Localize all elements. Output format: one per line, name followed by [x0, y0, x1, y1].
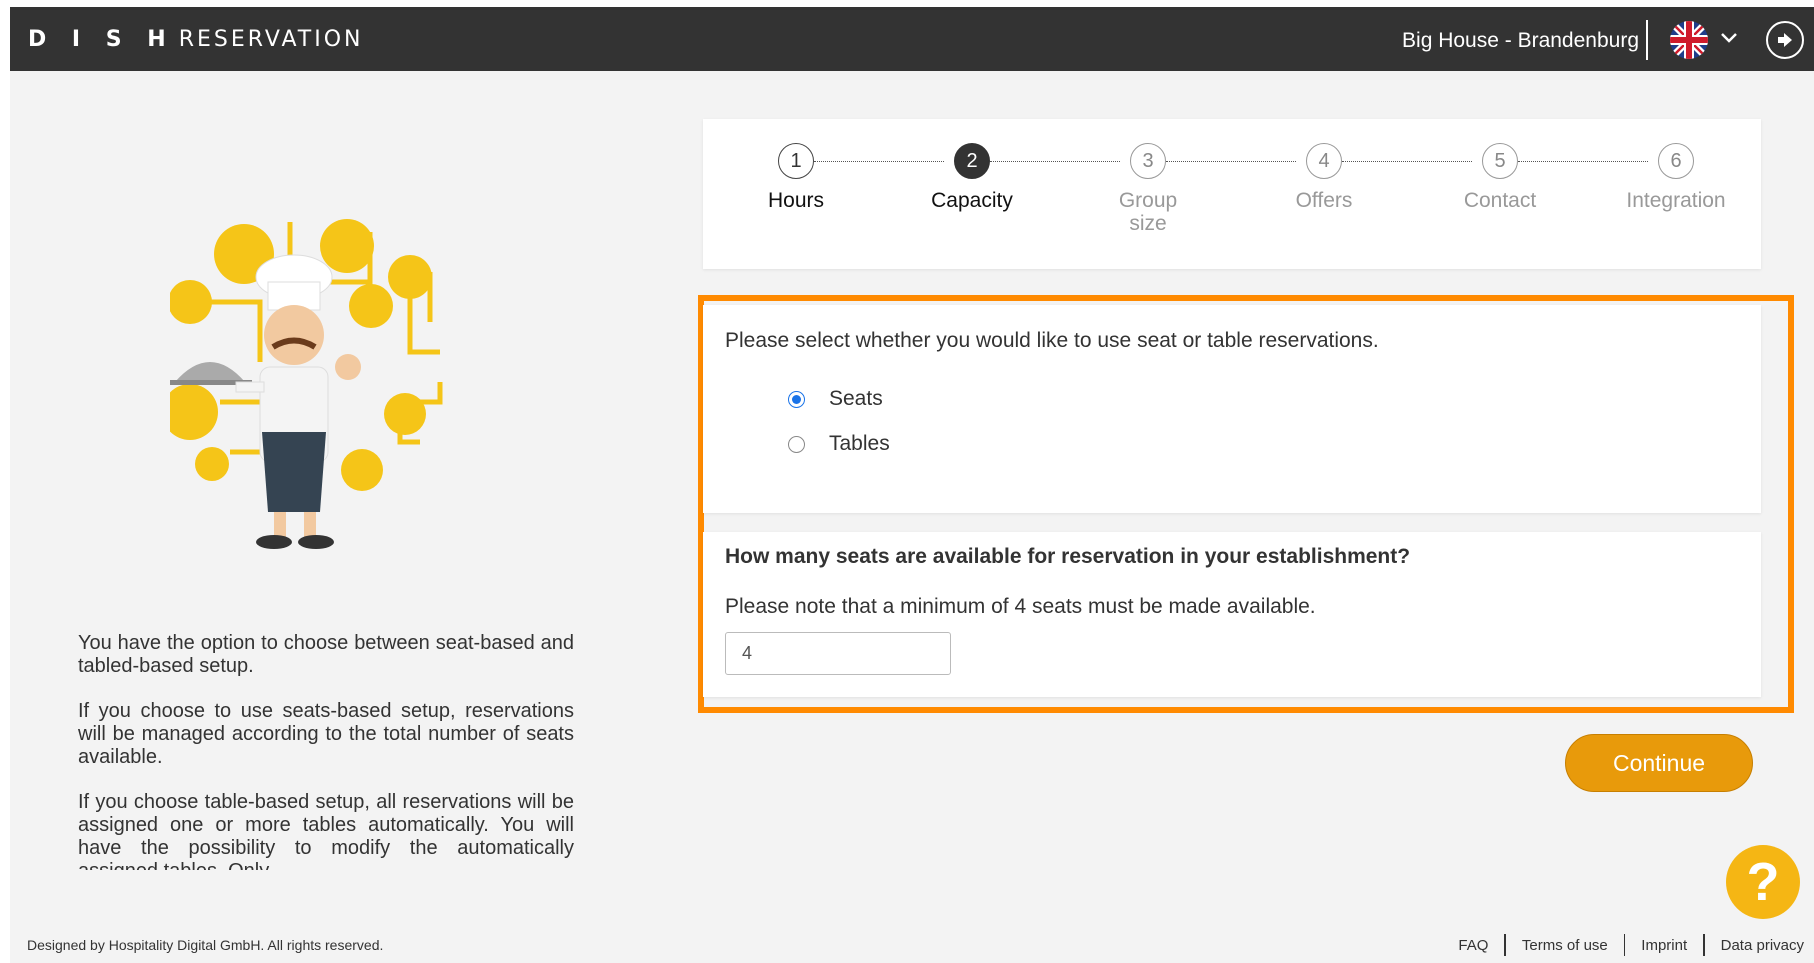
- logout-icon[interactable]: [1766, 21, 1804, 59]
- footer-link-terms[interactable]: Terms of use: [1506, 937, 1624, 954]
- seats-count-card: How many seats are available for reserva…: [703, 532, 1761, 697]
- seats-note: Please note that a minimum of 4 seats mu…: [725, 595, 1316, 618]
- footer-link-data-privacy[interactable]: Data privacy: [1705, 937, 1804, 954]
- radio-option-tables[interactable]: Tables: [788, 432, 890, 456]
- footer-links: FAQ Terms of use Imprint Data privacy: [1442, 934, 1804, 956]
- info-paragraph: If you choose table-based setup, all res…: [78, 791, 574, 870]
- radio-button-tables[interactable]: [788, 435, 805, 453]
- step-number: 6: [1658, 143, 1694, 179]
- footer-link-imprint[interactable]: Imprint: [1625, 937, 1703, 954]
- logo-dish: D I S H: [28, 27, 175, 52]
- step-number: 3: [1130, 143, 1166, 179]
- radio-label-seats: Seats: [829, 387, 883, 410]
- step-group-size[interactable]: 3 Group size: [1078, 143, 1218, 235]
- step-hours[interactable]: 1 Hours: [726, 143, 866, 212]
- radio-option-seats[interactable]: Seats: [788, 387, 883, 411]
- logo-reservation: RESERVATION: [178, 27, 364, 52]
- step-number: 4: [1306, 143, 1342, 179]
- info-paragraph: If you choose to use seats-based setup, …: [78, 700, 574, 768]
- step-integration[interactable]: 6 Integration: [1606, 143, 1746, 212]
- continue-button[interactable]: Continue: [1565, 734, 1753, 792]
- step-capacity[interactable]: 2 Capacity: [902, 143, 1042, 212]
- info-paragraph: You have the option to choose between se…: [78, 632, 574, 677]
- venue-name[interactable]: Big House - Brandenburg: [1402, 29, 1639, 53]
- step-number: 5: [1482, 143, 1518, 179]
- chevron-down-icon[interactable]: [1720, 25, 1738, 55]
- radio-label-tables: Tables: [829, 432, 890, 455]
- reservation-type-question: Please select whether you would like to …: [725, 329, 1379, 352]
- app-logo[interactable]: D I S H RESERVATION: [28, 27, 364, 52]
- step-offers[interactable]: 4 Offers: [1254, 143, 1394, 212]
- footer-link-faq[interactable]: FAQ: [1442, 937, 1504, 954]
- step-contact[interactable]: 5 Contact: [1430, 143, 1570, 212]
- footer-copyright: Designed by Hospitality Digital GmbH. Al…: [27, 937, 384, 953]
- seats-question: How many seats are available for reserva…: [725, 545, 1411, 568]
- radio-button-seats[interactable]: [788, 390, 805, 408]
- top-navbar: D I S H RESERVATION Big House - Brandenbu…: [10, 7, 1814, 71]
- uk-flag-icon[interactable]: [1670, 21, 1708, 59]
- progress-stepper: 1 Hours 2 Capacity 3 Group size 4 Offers…: [703, 119, 1761, 269]
- step-label: Capacity: [931, 189, 1013, 212]
- step-label: Hours: [767, 189, 825, 212]
- page-frame: D I S H RESERVATION Big House - Brandenbu…: [10, 7, 1814, 963]
- step-label: Group size: [1118, 189, 1178, 235]
- chef-illustration: [170, 219, 443, 549]
- header-divider: [1646, 20, 1648, 60]
- step-label: Integration: [1626, 189, 1726, 212]
- reservation-type-card: Please select whether you would like to …: [703, 305, 1761, 513]
- help-icon[interactable]: ?: [1726, 845, 1800, 919]
- seats-count-input[interactable]: [725, 632, 951, 675]
- step-number: 2: [954, 143, 990, 179]
- setup-info-text: You have the option to choose between se…: [78, 632, 574, 870]
- step-label: Offers: [1295, 189, 1353, 212]
- step-label: Contact: [1463, 189, 1537, 212]
- step-number: 1: [778, 143, 814, 179]
